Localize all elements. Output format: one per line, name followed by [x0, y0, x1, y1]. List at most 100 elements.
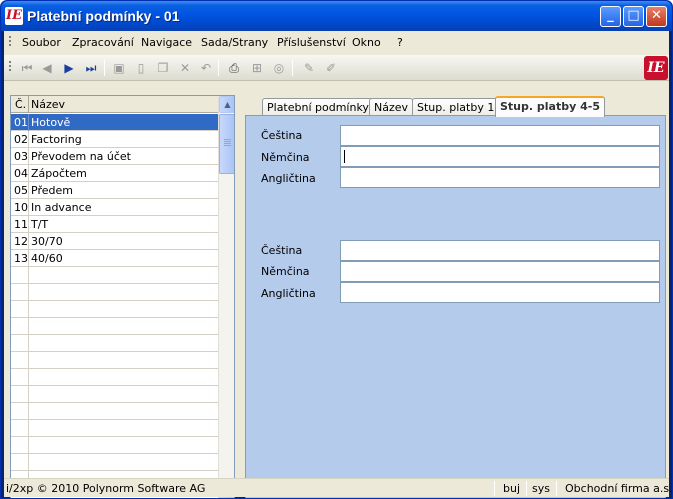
menu-sada-strany[interactable]: Sada/Strany: [201, 36, 268, 49]
table-row[interactable]: [11, 301, 218, 318]
table-row[interactable]: [11, 454, 218, 471]
label-nemcina-1: Němčina: [261, 151, 310, 164]
next-record-icon[interactable]: ▶: [60, 59, 78, 77]
tab-stup-platby-4-5[interactable]: Stup. platby 4-5: [495, 96, 605, 117]
maximize-button[interactable]: □: [623, 6, 644, 27]
cell-name: In advance: [31, 201, 92, 214]
minimize-button[interactable]: _: [600, 6, 621, 27]
toolbar-grip: [9, 61, 11, 73]
cell-code: 02: [14, 133, 28, 146]
status-copyright: i/2xp © 2010 Polynorm Software AG: [6, 482, 206, 495]
table-row[interactable]: [11, 267, 218, 284]
table-row[interactable]: [11, 318, 218, 335]
cell-name: Hotově: [31, 116, 71, 129]
cell-name: Převodem na účet: [31, 150, 131, 163]
table-row[interactable]: 03 Převodem na účet: [11, 148, 218, 165]
table-row[interactable]: 01 Hotově: [11, 114, 218, 131]
scroll-thumb[interactable]: [219, 114, 234, 174]
field-cestina-2[interactable]: [340, 240, 660, 261]
table-row[interactable]: [11, 386, 218, 403]
table-row[interactable]: [11, 369, 218, 386]
menu-navigace[interactable]: Navigace: [141, 36, 192, 49]
client-area: Soubor Zpracování Navigace Sada/Strany P…: [4, 31, 672, 498]
cell-code: 13: [14, 252, 28, 265]
table-row[interactable]: 13 40/60: [11, 250, 218, 267]
window-title: Platební podmínky - 01: [27, 8, 180, 24]
undo-icon[interactable]: ↶: [197, 59, 215, 77]
cell-code: 12: [14, 235, 28, 248]
menu-bar: Soubor Zpracování Navigace Sada/Strany P…: [4, 31, 669, 53]
tab-strip: Platební podmínky Název Stup. platby 1-3…: [245, 96, 665, 117]
status-db: sys: [532, 482, 550, 495]
cell-name: Factoring: [31, 133, 82, 146]
menu-okno[interactable]: Okno: [352, 36, 381, 49]
tab-nazev[interactable]: Název: [369, 98, 414, 116]
previous-record-icon[interactable]: ◀: [38, 59, 56, 77]
toolbar-separator: [104, 60, 105, 76]
print-icon[interactable]: ⎙: [225, 59, 243, 77]
copy-icon[interactable]: ❐: [154, 59, 172, 77]
last-record-icon[interactable]: ⏭: [82, 59, 100, 77]
field-nemcina-2[interactable]: [340, 261, 660, 282]
table-row[interactable]: [11, 284, 218, 301]
toolbar-separator: [218, 60, 219, 76]
title-bar[interactable]: IE Platební podmínky - 01 _ □ ✕: [1, 1, 672, 31]
delete-icon[interactable]: ✕: [176, 59, 194, 77]
cell-name: 40/60: [31, 252, 63, 265]
field-cestina-1[interactable]: [340, 125, 660, 146]
menu-grip: [9, 36, 11, 48]
cell-name: 30/70: [31, 235, 63, 248]
label-anglictina-1: Angličtina: [261, 172, 316, 185]
status-bar: i/2xp © 2010 Polynorm Software AG buj sy…: [4, 478, 672, 497]
field-anglictina-2[interactable]: [340, 282, 660, 303]
corner-logo-icon: IE: [644, 56, 668, 80]
grid-header: Č. Název: [11, 96, 218, 113]
cell-code: 04: [14, 167, 28, 180]
table-row[interactable]: 11 T/T: [11, 216, 218, 233]
table-row[interactable]: 04 Zápočtem: [11, 165, 218, 182]
menu-soubor[interactable]: Soubor: [22, 36, 61, 49]
tree-icon[interactable]: ⊞: [248, 59, 266, 77]
save-icon[interactable]: ▣: [110, 59, 128, 77]
table-row[interactable]: 12 30/70: [11, 233, 218, 250]
table-row[interactable]: 10 In advance: [11, 199, 218, 216]
toolbar: ⏮ ◀ ▶ ⏭ ▣ ▯ ❐ ✕ ↶ ⎙ ⊞ ◎ ✎ ✐ IE: [4, 55, 669, 81]
menu-prislusenstvi[interactable]: Příslušenství: [277, 36, 346, 49]
scroll-up-icon[interactable]: ▲: [219, 96, 234, 113]
toolbar-separator: [292, 60, 293, 76]
vertical-scrollbar[interactable]: ▲ ▼: [218, 96, 234, 498]
label-nemcina-2: Němčina: [261, 265, 310, 278]
label-anglictina-2: Angličtina: [261, 287, 316, 300]
tab-panel: Čeština Němčina Angličtina Čeština Němči…: [245, 115, 666, 498]
cell-code: 11: [14, 218, 28, 231]
globe-icon[interactable]: ◎: [270, 59, 288, 77]
label-cestina-1: Čeština: [261, 129, 303, 142]
field-nemcina-1[interactable]: [340, 146, 660, 167]
table-row[interactable]: [11, 352, 218, 369]
first-record-icon[interactable]: ⏮: [18, 59, 36, 77]
field-anglictina-1[interactable]: [340, 167, 660, 188]
edit-alt-icon[interactable]: ✐: [322, 59, 340, 77]
menu-help[interactable]: ?: [397, 36, 403, 49]
table-row[interactable]: [11, 437, 218, 454]
text-caret: [344, 150, 345, 163]
close-button[interactable]: ✕: [646, 6, 667, 27]
column-header-number[interactable]: Č.: [15, 98, 26, 111]
column-header-name[interactable]: Název: [31, 98, 65, 111]
status-user: buj: [503, 482, 521, 495]
menu-zpracovani[interactable]: Zpracování: [72, 36, 134, 49]
cell-name: Zápočtem: [31, 167, 87, 180]
cell-code: 03: [14, 150, 28, 163]
status-company: Obchodní firma a.s.: [565, 482, 673, 495]
table-row[interactable]: [11, 420, 218, 437]
new-document-icon[interactable]: ▯: [132, 59, 150, 77]
table-row[interactable]: 05 Předem: [11, 182, 218, 199]
records-grid[interactable]: Č. Název 01 Hotově 02 Factoring 03 Převodem n…: [10, 95, 235, 498]
table-row[interactable]: [11, 335, 218, 352]
edit-icon[interactable]: ✎: [300, 59, 318, 77]
table-row[interactable]: [11, 403, 218, 420]
tab-platebni-podminky[interactable]: Platební podmínky: [262, 98, 374, 116]
cell-name: T/T: [31, 218, 49, 231]
grid-rows: 01 Hotově 02 Factoring 03 Převodem na účet 04 Z…: [11, 114, 218, 488]
table-row[interactable]: 02 Factoring: [11, 131, 218, 148]
